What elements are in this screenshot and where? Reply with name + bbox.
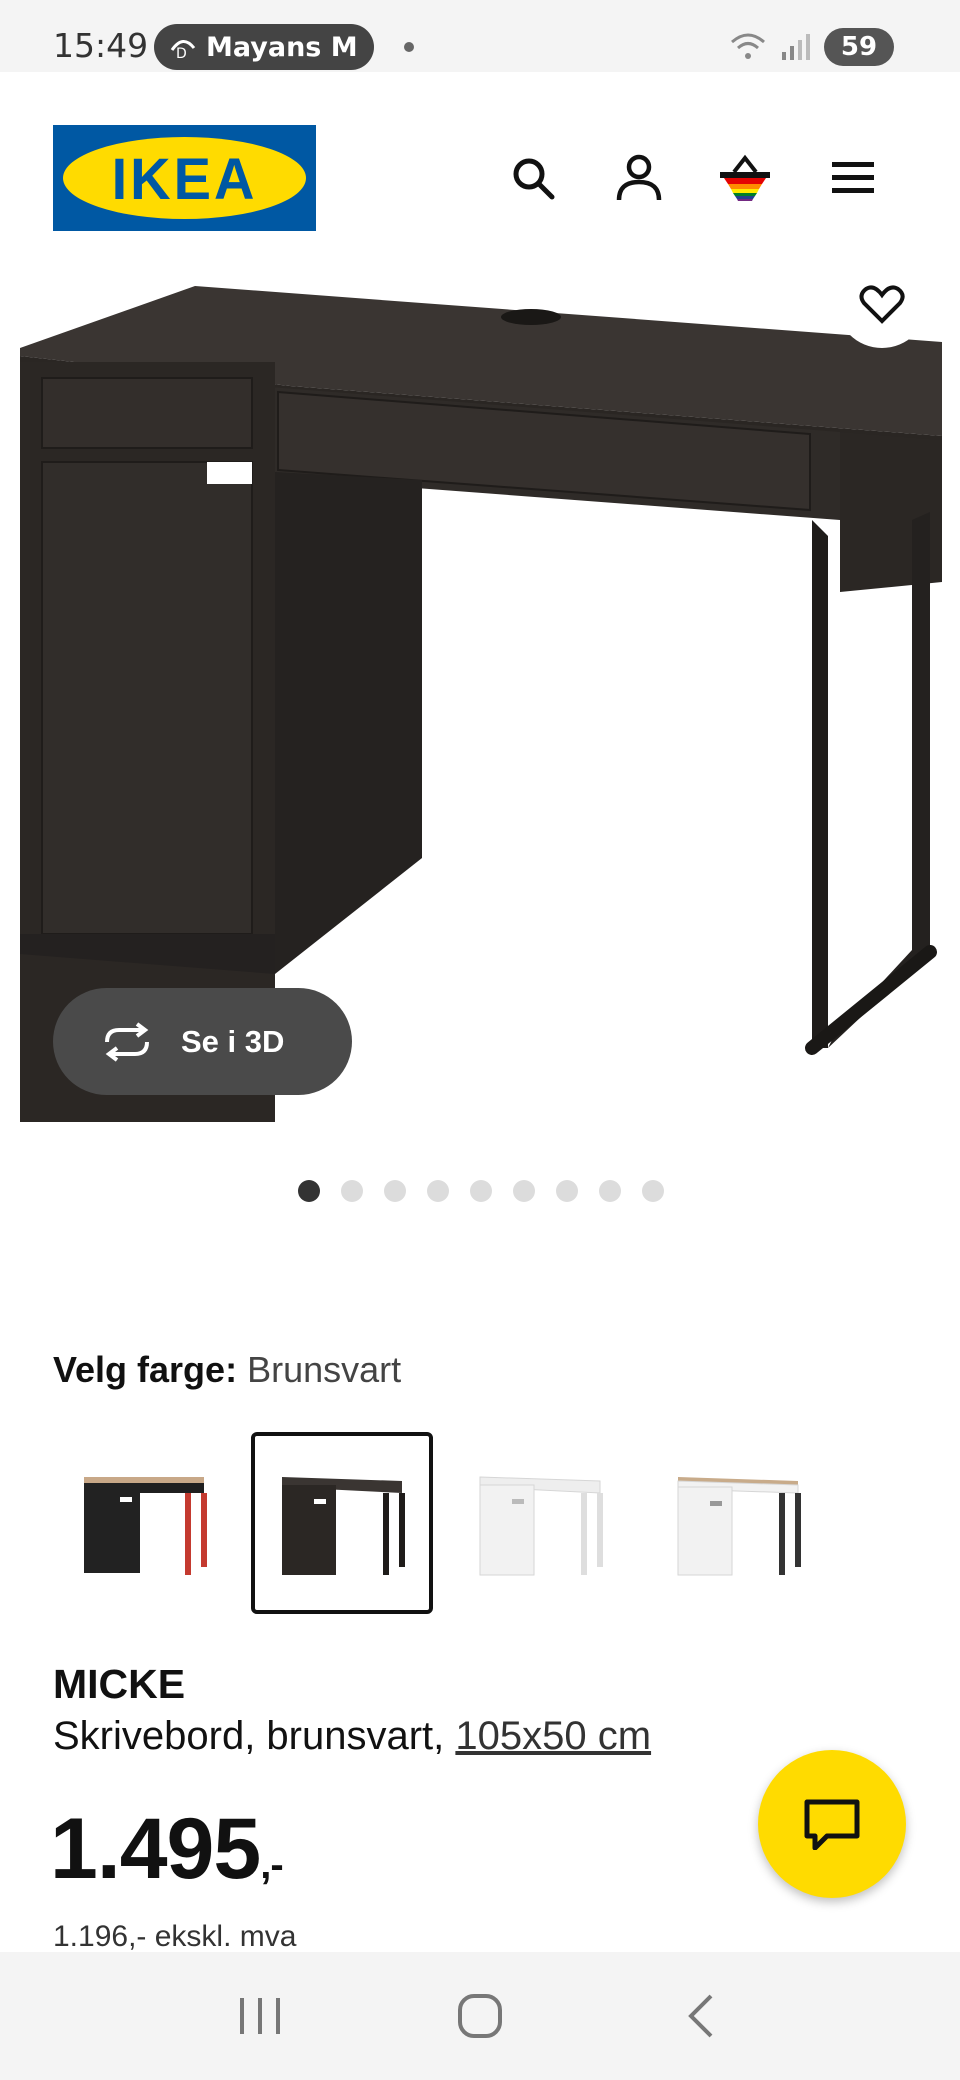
product-size-link[interactable]: 105x50 cm: [455, 1714, 651, 1758]
system-navigation-bar: [0, 1952, 960, 2080]
carousel-dot[interactable]: [642, 1180, 664, 1202]
back-icon: [688, 1994, 713, 2038]
carousel-dot[interactable]: [513, 1180, 535, 1202]
view-in-3d-button[interactable]: Se i 3D: [53, 988, 352, 1095]
battery-indicator: 59: [824, 28, 894, 66]
cart-icon[interactable]: [715, 148, 775, 208]
carousel-dot[interactable]: [556, 1180, 578, 1202]
recent-apps-icon: [240, 1998, 280, 2034]
ikea-logo[interactable]: IKEA: [53, 125, 316, 231]
color-swatches: [53, 1432, 829, 1614]
menu-icon[interactable]: [823, 148, 883, 208]
signal-icon: [782, 34, 810, 60]
swatch-white[interactable]: [449, 1432, 631, 1614]
status-icons: 59: [730, 28, 894, 66]
notification-dot: [404, 42, 414, 52]
product-description: Skrivebord, brunsvart, 105x50 cm: [53, 1714, 651, 1759]
color-label-title: Velg farge:: [53, 1349, 238, 1390]
carousel-dot[interactable]: [427, 1180, 449, 1202]
status-time: 15:49: [53, 26, 149, 65]
product-description-text: Skrivebord, brunsvart,: [53, 1714, 456, 1758]
carousel-dot[interactable]: [384, 1180, 406, 1202]
status-bar: 15:49 D Mayans M.C 59: [0, 0, 960, 72]
logo-oval: IKEA: [63, 137, 306, 219]
swatch-brown-black[interactable]: [251, 1432, 433, 1614]
wifi-icon: [731, 33, 765, 59]
site-header: IKEA: [0, 72, 960, 262]
carousel-dot[interactable]: [298, 1180, 320, 1202]
recent-apps-button[interactable]: [215, 1976, 305, 2056]
carousel-indicators: [298, 1180, 664, 1202]
now-playing-pill[interactable]: D Mayans M.C: [154, 24, 374, 70]
desk-thumbnail-black-red: [84, 1477, 207, 1575]
product-price: 1.495,-: [50, 1800, 284, 1899]
search-icon[interactable]: [503, 148, 563, 208]
desk-thumbnail-brown-black: [282, 1477, 405, 1575]
price-value: 1.495: [50, 1801, 261, 1897]
price-excl-vat: 1.196,- ekskl. mva: [53, 1920, 297, 1953]
swatch-white-oak[interactable]: [647, 1432, 829, 1614]
carousel-dot[interactable]: [341, 1180, 363, 1202]
svg-text:D: D: [176, 46, 187, 62]
disney-plus-icon: D: [170, 40, 196, 62]
heart-icon: [859, 285, 905, 324]
logo-text: IKEA: [111, 144, 258, 212]
swatch-black-red[interactable]: [53, 1432, 235, 1614]
now-playing-text: Mayans M.C: [206, 31, 356, 63]
desk-thumbnail-white: [479, 1476, 603, 1576]
product-name: MICKE: [53, 1661, 186, 1707]
back-button[interactable]: [655, 1976, 745, 2056]
home-icon: [458, 1994, 502, 2038]
color-selector-label: Velg farge: Brunsvart: [53, 1349, 401, 1391]
chat-button[interactable]: [758, 1750, 906, 1898]
rotate-3d-icon: [105, 1021, 149, 1062]
home-button[interactable]: [435, 1976, 525, 2056]
chat-icon: [804, 1799, 860, 1850]
selected-color-name: Brunsvart: [247, 1349, 402, 1390]
price-suffix: ,-: [260, 1843, 283, 1887]
account-icon[interactable]: [609, 148, 669, 208]
carousel-dot[interactable]: [470, 1180, 492, 1202]
carousel-dot[interactable]: [599, 1180, 621, 1202]
product-image-carousel[interactable]: Se i 3D: [0, 262, 960, 1122]
view-in-3d-label: Se i 3D: [181, 1023, 285, 1059]
desk-thumbnail-white-oak: [677, 1477, 801, 1576]
